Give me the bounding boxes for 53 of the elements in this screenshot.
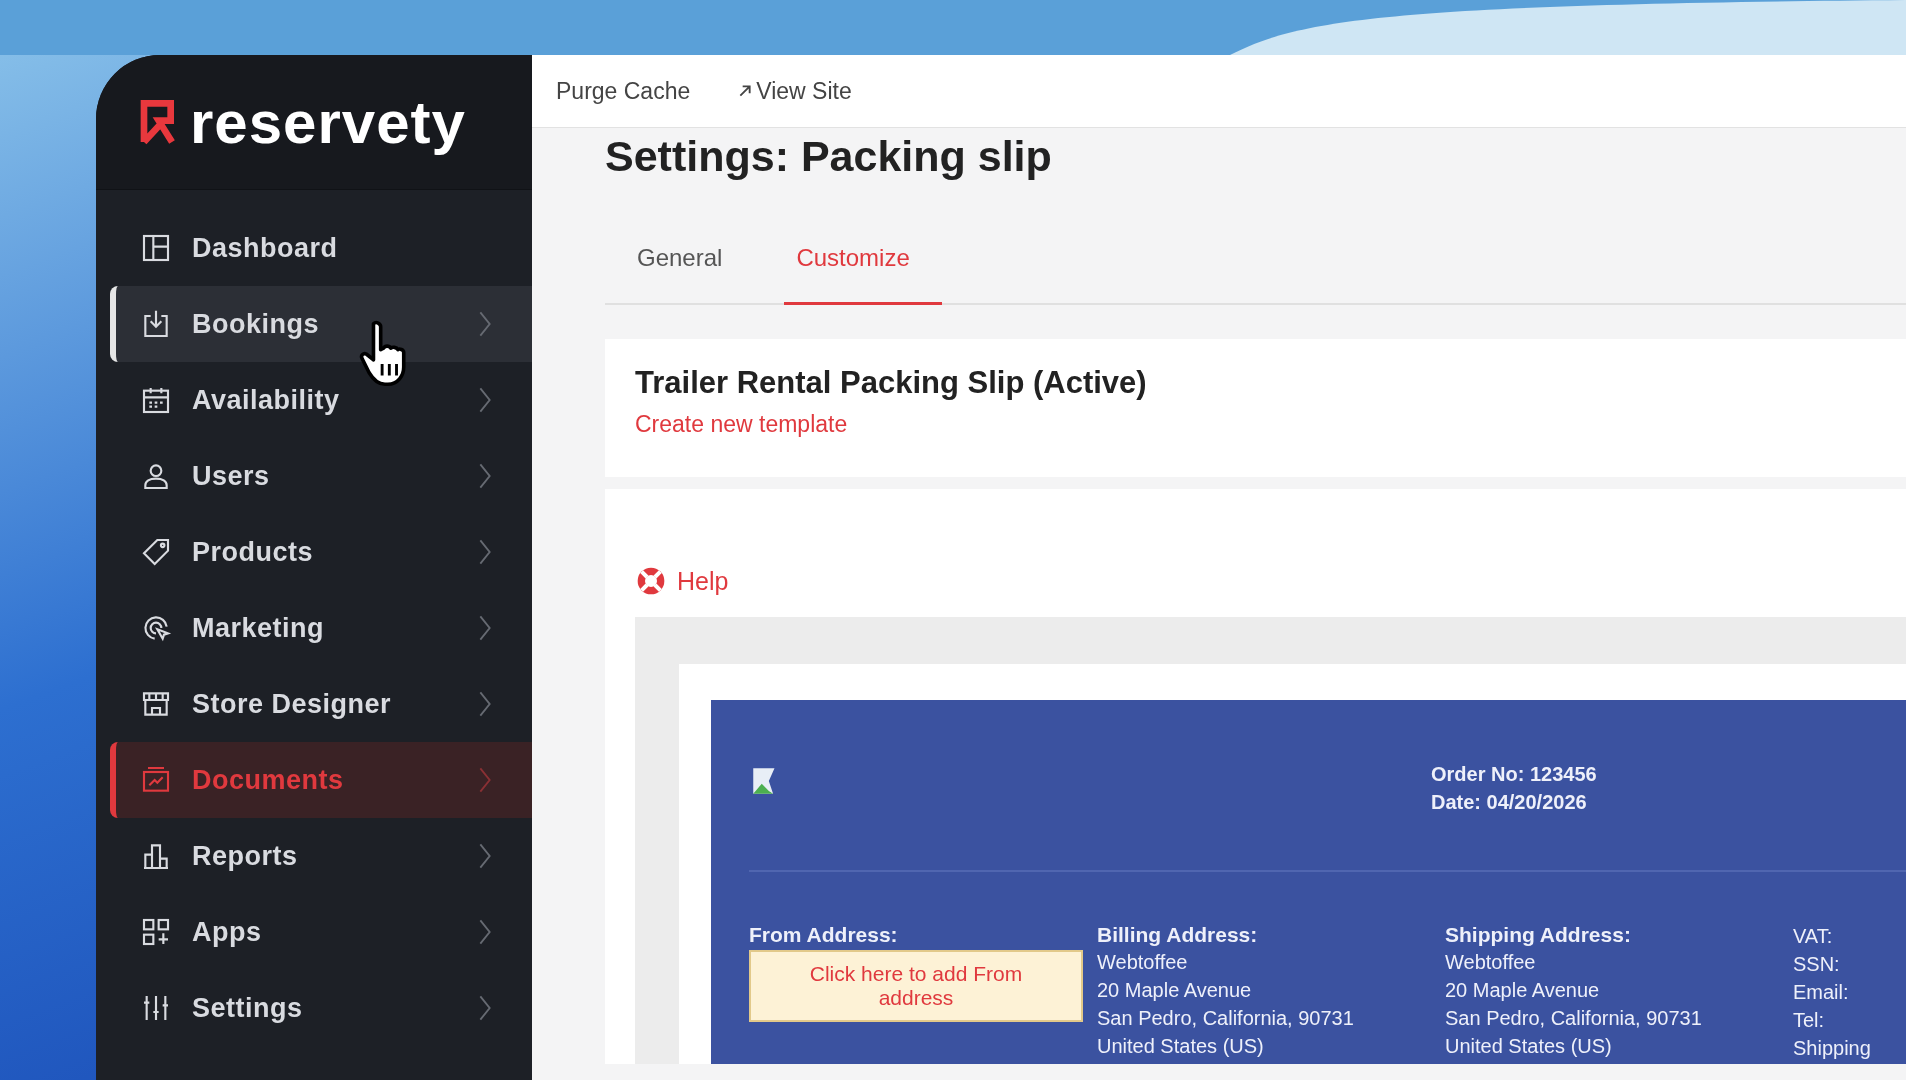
order-detail: Order No: 123456 xyxy=(1431,762,1597,787)
topbar-link[interactable]: View Site xyxy=(738,77,852,105)
reservety-logo: reservety xyxy=(140,87,466,157)
chevron-right-icon xyxy=(478,538,492,566)
address-line: Tel: xyxy=(1793,1008,1826,1033)
chevron-right-icon xyxy=(478,690,492,718)
sidebar-item[interactable]: Availability xyxy=(110,362,532,438)
sidebar-item[interactable]: Products xyxy=(110,514,532,590)
order-detail: Date: 04/20/2026 xyxy=(1431,790,1588,815)
sidebar-item[interactable]: Marketing xyxy=(110,590,532,666)
address-heading: Shipping Address: xyxy=(1445,922,1632,948)
tab[interactable]: General xyxy=(625,244,755,305)
sidebar-item[interactable]: Store Designer xyxy=(110,666,532,742)
address-heading: Billing Address: xyxy=(1097,922,1259,948)
address-line: San Pedro, California, 90731 xyxy=(1097,1006,1355,1031)
address-heading: From Address: xyxy=(749,922,899,948)
topbar-link[interactable]: Purge Cache xyxy=(556,77,691,105)
address-line: Webtoffee xyxy=(1445,950,1537,975)
add-address-button[interactable]: Click here to add From address xyxy=(749,950,1083,1022)
address-line: Webtoffee xyxy=(1097,950,1189,975)
address-line: San Pedro, California, 90731 xyxy=(1445,1006,1703,1031)
chevron-right-icon xyxy=(478,462,492,490)
layout-icon xyxy=(140,232,172,264)
address-line: United States (US) xyxy=(1445,1034,1613,1059)
chevron-right-icon xyxy=(478,766,492,794)
create-template-link[interactable]: Create new template xyxy=(635,411,1876,438)
page-title: Settings: Packing slip xyxy=(605,131,1053,182)
sidebar-item[interactable]: Apps xyxy=(110,894,532,970)
chevron-right-icon xyxy=(478,310,492,338)
address-line: Shipping xyxy=(1793,1036,1871,1061)
address-line: Email: xyxy=(1793,980,1850,1005)
address-line: 20 Maple Avenue xyxy=(1445,978,1601,1003)
sidebar-item[interactable]: Reports xyxy=(110,818,532,894)
chevron-right-icon xyxy=(478,614,492,642)
address-line: VAT: xyxy=(1793,924,1834,949)
chevron-right-icon xyxy=(478,386,492,414)
template-title: Trailer Rental Packing Slip (Active) xyxy=(635,365,1148,401)
external-arrow-icon xyxy=(738,84,753,98)
apps-icon xyxy=(140,916,172,948)
chevron-right-icon xyxy=(478,842,492,870)
tab[interactable]: Customize xyxy=(784,244,942,305)
sidebar-item[interactable]: Dashboard xyxy=(110,210,532,286)
sidebar-item[interactable]: Bookings xyxy=(110,286,532,362)
address-line: 20 Maple Avenue xyxy=(1097,978,1253,1003)
chevron-right-icon xyxy=(478,918,492,946)
tag-icon xyxy=(140,536,172,568)
sidebar-item[interactable]: Settings xyxy=(110,970,532,1046)
lifebuoy-icon xyxy=(635,565,667,597)
address-line: SSN: xyxy=(1793,952,1841,977)
help-link[interactable]: Help xyxy=(635,565,1906,597)
sidebar-item[interactable]: Users xyxy=(110,438,532,514)
address-line: United States (US) xyxy=(1097,1034,1265,1059)
chevron-right-icon xyxy=(478,994,492,1022)
